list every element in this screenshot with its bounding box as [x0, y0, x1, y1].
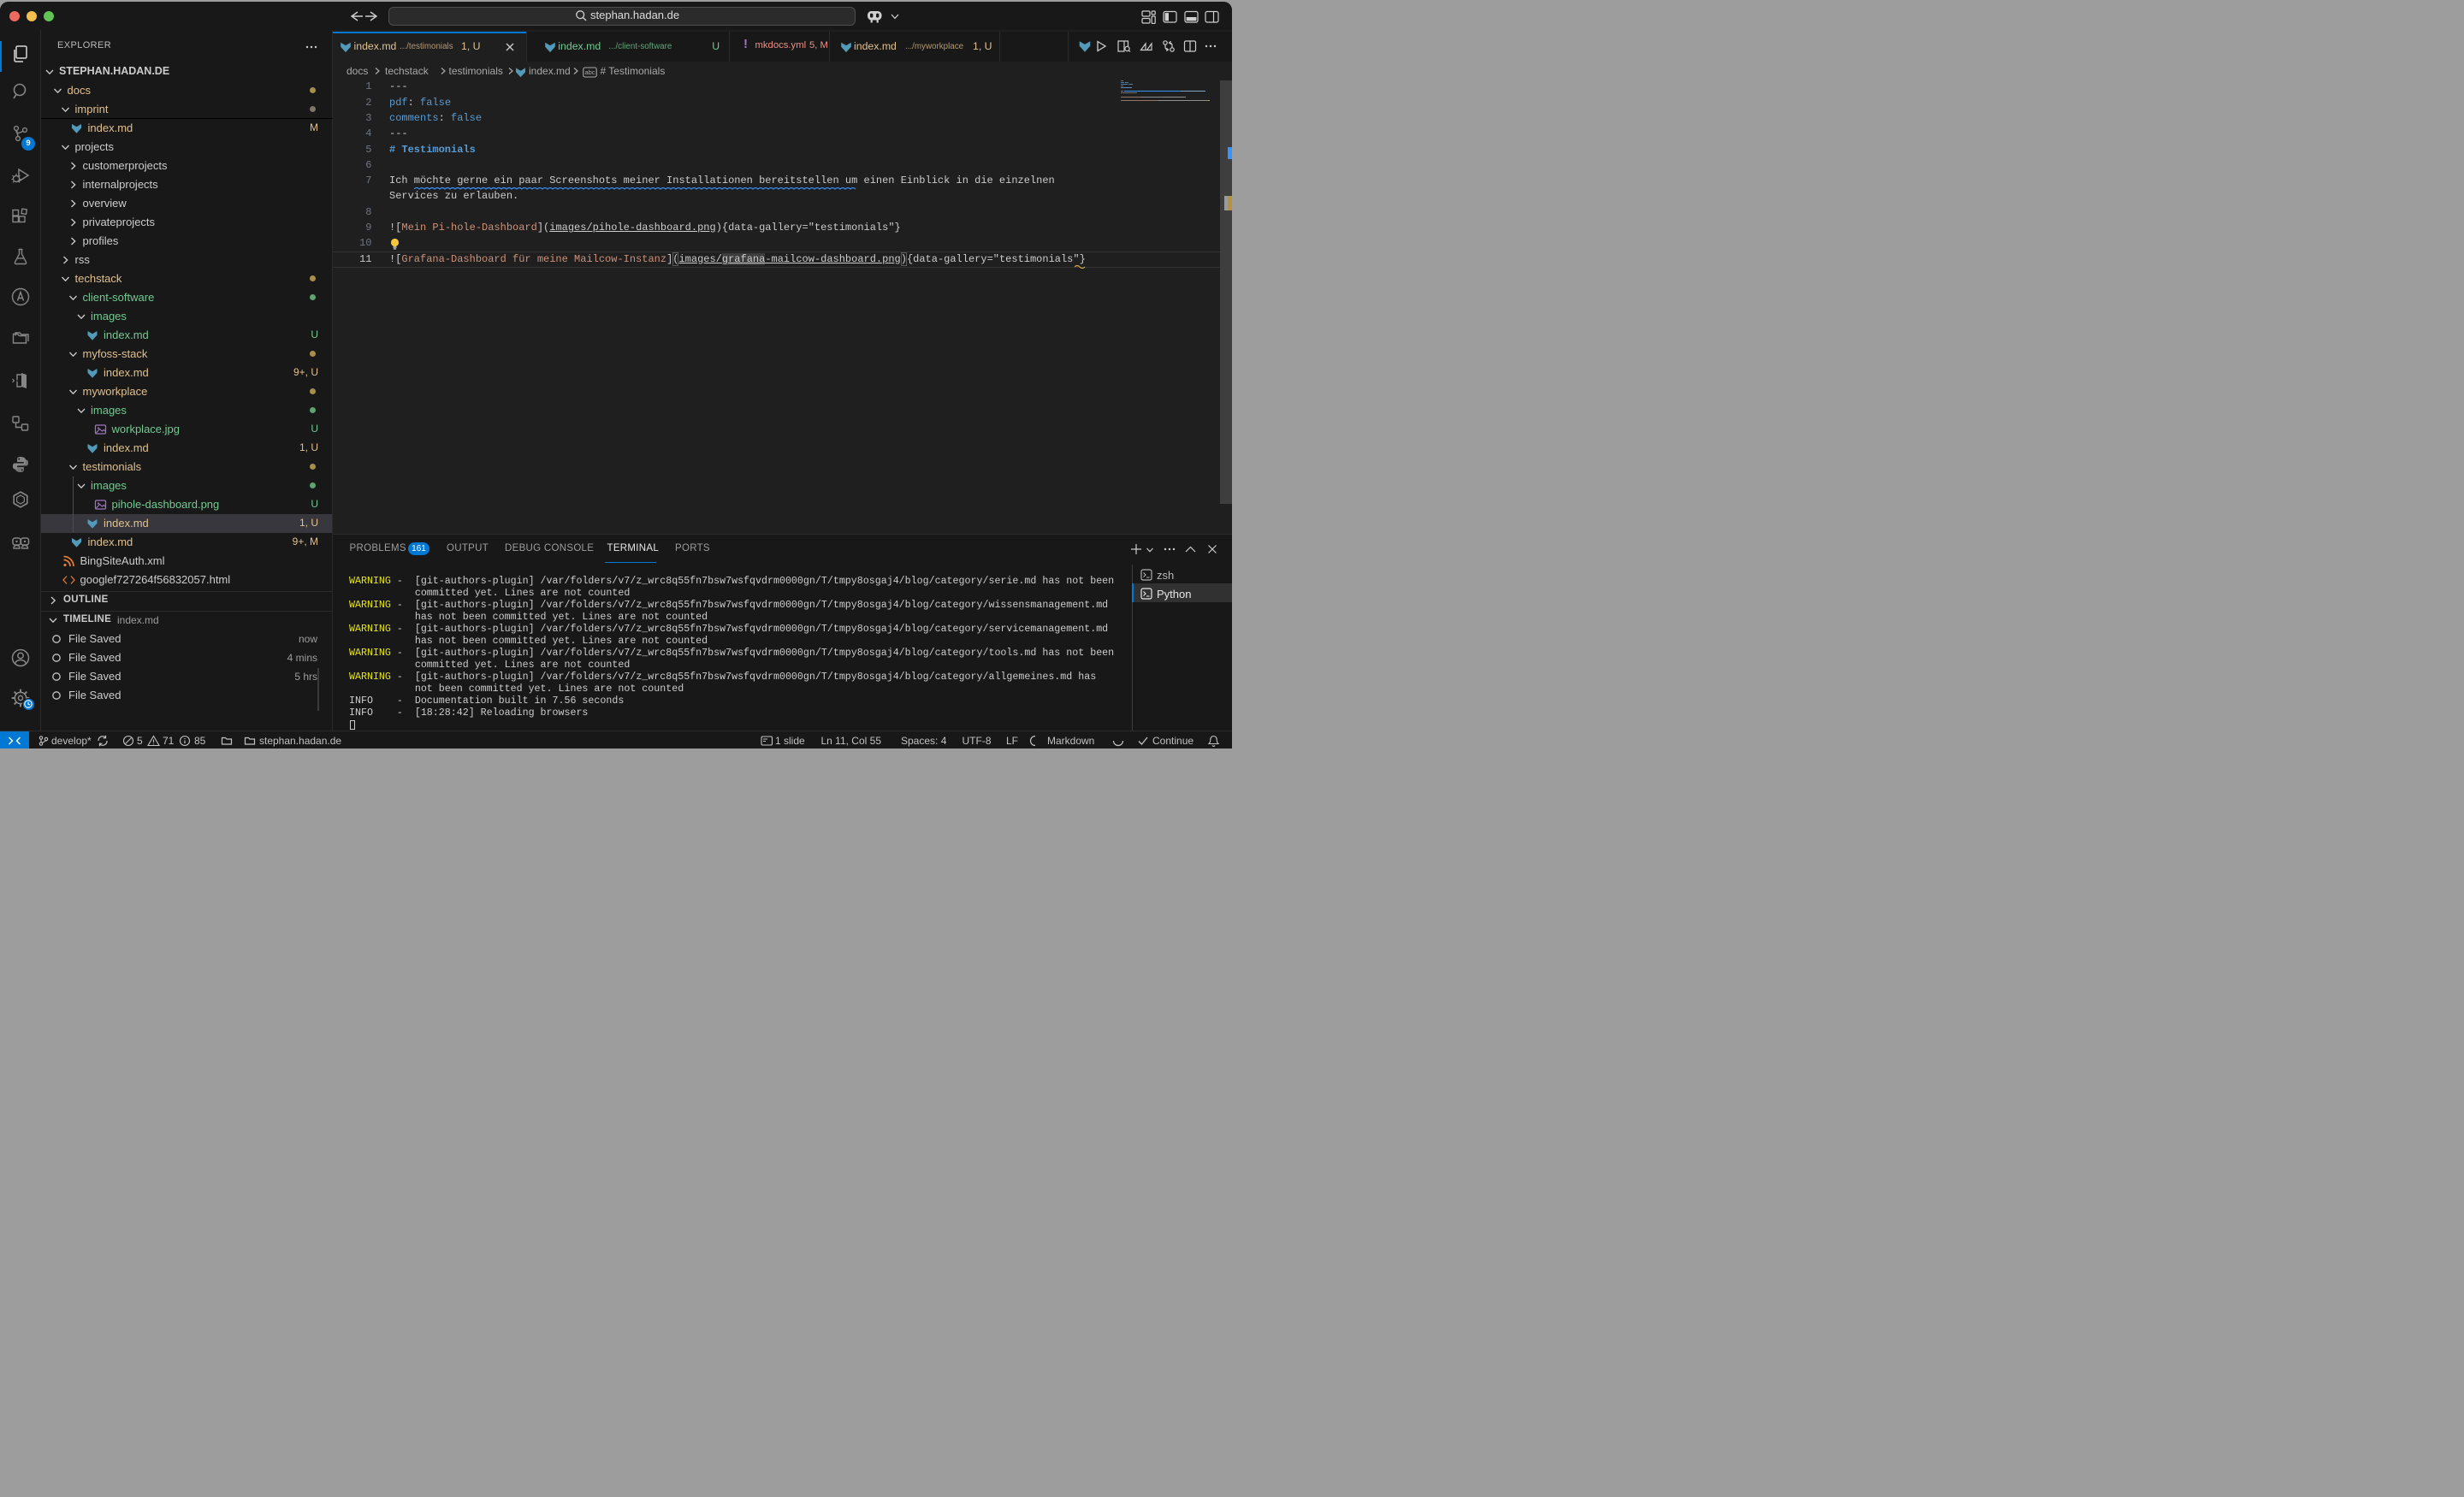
svg-text:abc: abc — [584, 68, 595, 76]
